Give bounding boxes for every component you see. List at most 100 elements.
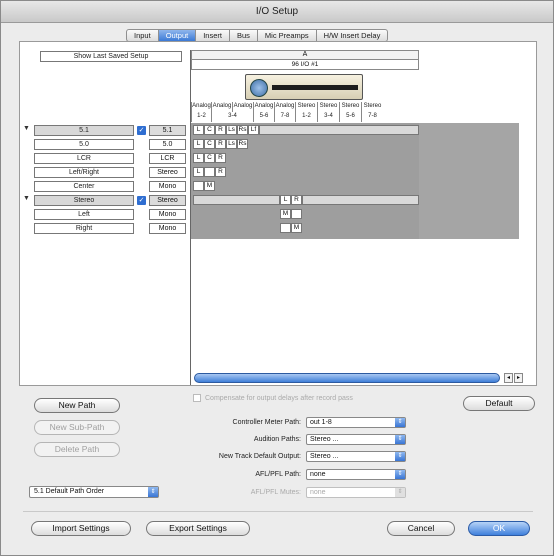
assign-cell[interactable] xyxy=(280,223,291,233)
compensate-label: Compensate for output delays after recor… xyxy=(205,394,353,402)
scroll-left-arrow-icon[interactable]: ◂ xyxy=(504,373,513,383)
audition-paths-select[interactable]: Stereo ... ⇕ xyxy=(306,434,406,445)
assign-cell[interactable]: L xyxy=(193,167,204,177)
channel-header-5: Analog xyxy=(274,102,295,112)
channel-header-6: Stereo xyxy=(295,102,317,112)
popup-arrows-icon: ⇕ xyxy=(395,418,405,427)
afl-pfl-mutes-value: none xyxy=(310,489,326,496)
assign-cell[interactable]: Rs xyxy=(237,139,248,149)
controller-meter-path-value: out 1-8 xyxy=(310,419,332,426)
afl-pfl-path-value: none xyxy=(310,471,326,478)
channel-number-7: 5-6 xyxy=(339,112,361,122)
assign-cell[interactable]: Lf xyxy=(248,125,259,135)
scroll-right-arrow-icon[interactable]: ▸ xyxy=(514,373,523,383)
path-format-lcr: LCR xyxy=(149,153,186,164)
window-title: I/O Setup xyxy=(1,1,553,23)
channel-header-1: Analog xyxy=(191,102,211,112)
path-name-stereo[interactable]: Stereo xyxy=(34,195,134,206)
channel-header-3: Analog xyxy=(232,102,253,112)
assign-cell[interactable]: R xyxy=(215,125,226,135)
export-settings-button[interactable]: Export Settings xyxy=(146,521,250,536)
path-order-value: 5.1 Default Path Order xyxy=(34,488,105,495)
assign-row-filler xyxy=(302,195,419,205)
assign-cell[interactable]: C xyxy=(204,153,215,163)
compensate-output-delays-option[interactable]: Compensate for output delays after recor… xyxy=(193,394,353,402)
new-track-default-output-select[interactable]: Stereo ... ⇕ xyxy=(306,451,406,462)
expand-triangle-icon[interactable]: ▼ xyxy=(23,195,30,202)
audition-paths-label: Audition Paths: xyxy=(253,436,301,443)
cancel-button[interactable]: Cancel xyxy=(387,521,455,536)
new-sub-path-button[interactable]: New Sub-Path xyxy=(34,420,120,435)
path-format-50: 5.0 xyxy=(149,139,186,150)
assign-cell[interactable]: L xyxy=(280,195,291,205)
afl-pfl-mutes-label: AFL/PFL Mutes: xyxy=(250,489,301,496)
path-format-51: 5.1 xyxy=(149,125,186,136)
assign-cell[interactable]: Ls xyxy=(226,139,237,149)
new-track-default-output-value: Stereo ... xyxy=(310,453,339,460)
ok-button[interactable]: OK xyxy=(468,521,530,536)
channel-number-6: 3-4 xyxy=(317,112,339,122)
path-format-left: Mono xyxy=(149,209,186,220)
assign-cell[interactable]: R xyxy=(291,195,302,205)
assign-cell[interactable]: L xyxy=(193,125,204,135)
path-active-checkbox[interactable]: ✓ xyxy=(137,196,146,205)
device-meter-strip xyxy=(272,85,358,90)
afl-pfl-path-select[interactable]: none ⇕ xyxy=(306,469,406,480)
assign-cell[interactable]: R xyxy=(215,139,226,149)
popup-arrows-icon: ⇕ xyxy=(395,435,405,444)
channel-header-7: Stereo xyxy=(317,102,339,112)
show-last-saved-setup-button[interactable]: Show Last Saved Setup xyxy=(40,51,182,62)
assign-cell[interactable]: Ls xyxy=(226,125,237,135)
controller-meter-path-label: Controller Meter Path: xyxy=(232,419,301,426)
delete-path-button[interactable]: Delete Path xyxy=(34,442,120,457)
afl-pfl-mutes-select[interactable]: none ⇕ xyxy=(306,487,406,498)
path-name-center[interactable]: Center xyxy=(34,181,134,192)
audition-paths-value: Stereo ... xyxy=(310,436,339,443)
channel-header-9: Stereo xyxy=(361,102,383,112)
new-path-button[interactable]: New Path xyxy=(34,398,120,413)
assign-cell[interactable]: M xyxy=(291,223,302,233)
assign-cell[interactable]: C xyxy=(204,125,215,135)
assign-cell[interactable]: L xyxy=(193,153,204,163)
grid-divider xyxy=(190,50,191,385)
channel-number-8: 7-8 xyxy=(361,112,383,122)
assign-cell[interactable] xyxy=(193,181,204,191)
new-track-default-output-label: New Track Default Output: xyxy=(218,453,301,460)
popup-arrows-icon: ⇕ xyxy=(395,470,405,479)
path-name-left-right[interactable]: Left/Right xyxy=(34,167,134,178)
channel-header-4: Analog xyxy=(253,102,274,112)
assign-cell[interactable]: C xyxy=(204,139,215,149)
assign-row-filler xyxy=(193,195,280,205)
controller-meter-path-select[interactable]: out 1-8 ⇕ xyxy=(306,417,406,428)
path-format-stereo: Stereo xyxy=(149,195,186,206)
assign-cell[interactable]: R xyxy=(215,153,226,163)
path-active-checkbox[interactable]: ✓ xyxy=(137,126,146,135)
assign-cell[interactable] xyxy=(291,209,302,219)
assign-cell[interactable]: Rs xyxy=(237,125,248,135)
io-device-name: 96 I/O #1 xyxy=(191,60,419,70)
assign-cell[interactable]: M xyxy=(280,209,291,219)
default-button[interactable]: Default xyxy=(463,396,535,411)
channel-number-3: 5-6 xyxy=(253,112,274,122)
assign-cell[interactable]: R xyxy=(215,167,226,177)
channel-number-4: 7-8 xyxy=(274,112,295,122)
path-name-50[interactable]: 5.0 xyxy=(34,139,134,150)
assign-cell[interactable] xyxy=(204,167,215,177)
expand-triangle-icon[interactable]: ▼ xyxy=(23,125,30,132)
channel-number-5: 1-2 xyxy=(295,112,317,122)
assign-cell[interactable]: L xyxy=(193,139,204,149)
path-order-select[interactable]: 5.1 Default Path Order ⇕ xyxy=(29,486,159,498)
io-device-image xyxy=(245,74,363,100)
assign-row-filler xyxy=(259,125,419,135)
import-settings-button[interactable]: Import Settings xyxy=(31,521,131,536)
path-format-right: Mono xyxy=(149,223,186,234)
popup-arrows-icon: ⇕ xyxy=(148,487,158,497)
path-name-51[interactable]: 5.1 xyxy=(34,125,134,136)
assign-cell[interactable]: M xyxy=(204,181,215,191)
compensate-checkbox[interactable] xyxy=(193,394,201,402)
matrix-horizontal-scrollbar[interactable] xyxy=(194,373,500,383)
path-name-lcr[interactable]: LCR xyxy=(34,153,134,164)
path-name-right[interactable]: Right xyxy=(34,223,134,234)
path-name-left[interactable]: Left xyxy=(34,209,134,220)
path-format-center: Mono xyxy=(149,181,186,192)
